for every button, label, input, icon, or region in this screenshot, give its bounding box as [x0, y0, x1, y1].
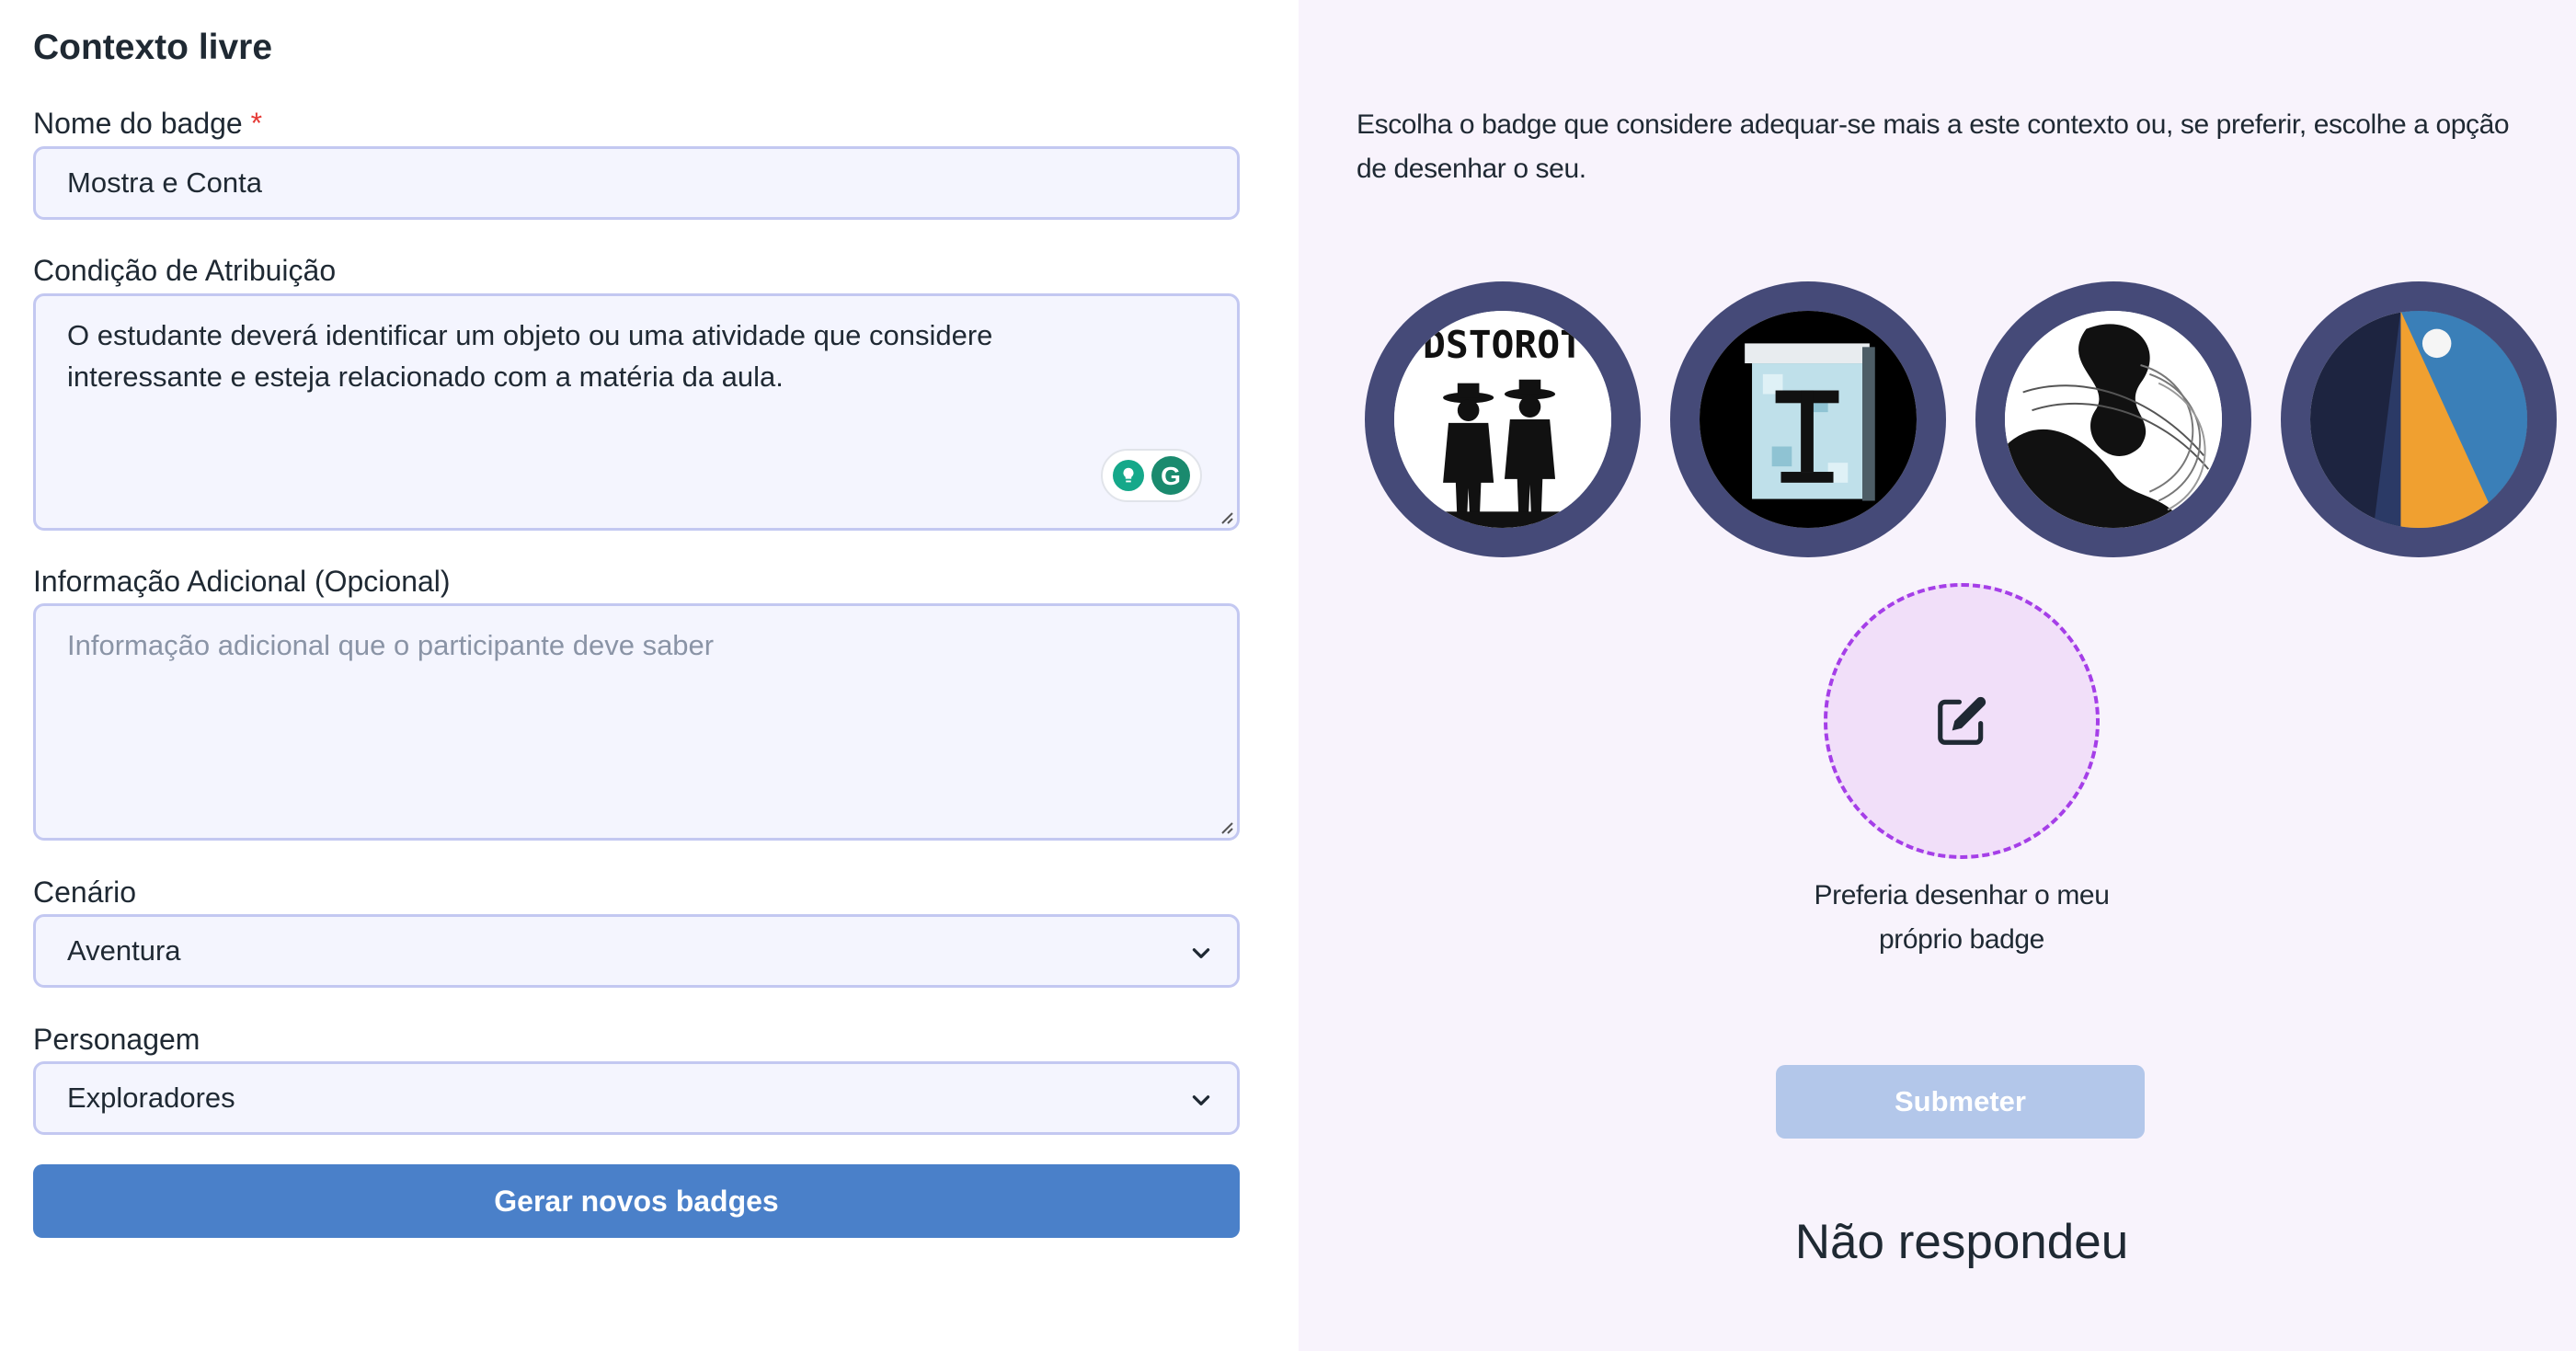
- grammarly-widget[interactable]: G: [1101, 449, 1202, 502]
- badge-explorers-image: DSTOROT: [1394, 311, 1611, 528]
- draw-own-badge-button[interactable]: [1824, 583, 2100, 859]
- badge-picker-panel: Escolha o badge que considere adequar-se…: [1299, 0, 2576, 1351]
- page-title: Contexto livre: [33, 28, 273, 67]
- lightbulb-icon[interactable]: [1113, 460, 1144, 491]
- condition-text: O estudante deverá identificar um objeto…: [67, 319, 993, 393]
- draw-own-badge-label: Preferia desenhar o meu próprio badge: [1814, 880, 2110, 955]
- additional-info-label: Informação Adicional (Opcional): [33, 565, 451, 598]
- badge-option-4[interactable]: [2281, 281, 2557, 557]
- badge-abstract-lines-image: [2005, 311, 2222, 528]
- required-mark: *: [250, 107, 263, 140]
- condition-label: Condição de Atribuição: [33, 254, 337, 287]
- chevron-down-icon: [1192, 948, 1210, 958]
- badge-name-label: Nome do badge *: [33, 107, 263, 140]
- character-label: Personagem: [33, 1023, 200, 1056]
- response-status: Não respondeu: [1794, 1215, 2129, 1269]
- badge-explorers-text: DSTOROT: [1423, 323, 1583, 367]
- badge-form-panel: Contexto livre Nome do badge * Mostra e …: [0, 0, 1299, 1351]
- resize-handle-icon[interactable]: [1217, 508, 1233, 524]
- character-select[interactable]: Exploradores: [33, 1061, 1240, 1135]
- scenario-selected-value: Aventura: [67, 934, 181, 967]
- additional-info-textarea[interactable]: Informação adicional que o participante …: [33, 603, 1240, 841]
- badge-pixel-letter-image: T: [1700, 311, 1917, 528]
- pencil-square-icon: [1938, 696, 1986, 745]
- picker-intro-text: Escolha o badge que considere adequar-se…: [1357, 109, 2510, 184]
- badge-option-1[interactable]: DSTOROT: [1365, 281, 1641, 557]
- condition-textarea[interactable]: O estudante deverá identificar um objeto…: [33, 293, 1240, 531]
- chevron-down-icon: [1192, 1095, 1210, 1105]
- scenario-label: Cenário: [33, 876, 137, 909]
- generate-badges-button[interactable]: Gerar novos badges: [33, 1164, 1240, 1238]
- badge-option-3[interactable]: [1975, 281, 2251, 557]
- badge-name-input[interactable]: Mostra e Conta: [33, 146, 1240, 220]
- badge-option-2[interactable]: T: [1670, 281, 1946, 557]
- submit-button[interactable]: Submeter: [1776, 1065, 2145, 1139]
- grammarly-icon[interactable]: G: [1151, 456, 1190, 495]
- additional-info-placeholder: Informação adicional que o participante …: [67, 629, 715, 661]
- badge-orange-triangle-image: [2310, 311, 2527, 528]
- resize-handle-icon[interactable]: [1217, 818, 1233, 834]
- scenario-select[interactable]: Aventura: [33, 914, 1240, 988]
- character-selected-value: Exploradores: [67, 1082, 235, 1114]
